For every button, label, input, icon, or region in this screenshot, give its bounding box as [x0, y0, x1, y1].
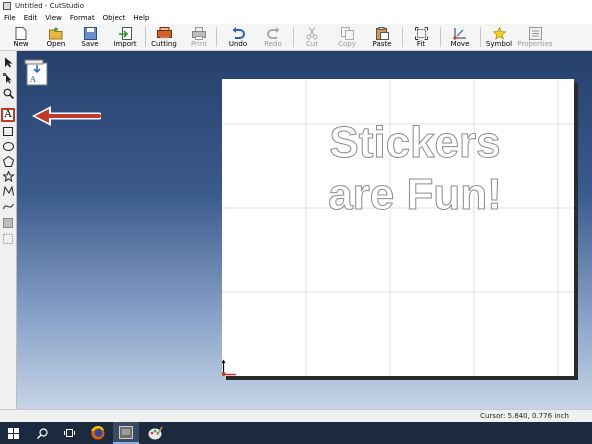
menu-view[interactable]: View [45, 14, 62, 22]
undo-button[interactable]: Undo [226, 25, 250, 49]
toolbar-separator [145, 27, 146, 47]
fit-button[interactable]: Fit [410, 25, 432, 49]
window-title: Untitled - CutStudio [15, 2, 85, 10]
cursor-position: Cursor: 5.840, 0.776 inch [480, 412, 569, 420]
app-icon [3, 2, 11, 10]
search-button[interactable] [29, 422, 55, 444]
dotted-box-tool[interactable] [2, 233, 14, 245]
firefox-taskbar-button[interactable] [85, 422, 111, 444]
scissors-icon [306, 27, 318, 40]
move-button[interactable]: Move [448, 25, 472, 49]
paste-button[interactable]: Paste [370, 25, 394, 49]
print-button[interactable]: Print [188, 25, 210, 49]
cutstudio-app-icon [119, 425, 133, 439]
toolbar-separator [293, 27, 294, 47]
text-line-1: Stickers [329, 118, 501, 168]
title-bar: Untitled - CutStudio [0, 0, 592, 12]
new-file-icon [15, 27, 27, 40]
redo-button[interactable]: Redo [261, 25, 285, 49]
windows-logo-icon [7, 427, 19, 439]
star-tool[interactable] [2, 170, 14, 182]
symbol-button[interactable]: Symbol [486, 25, 512, 49]
select-tool[interactable] [2, 56, 14, 68]
toolbar-separator [216, 27, 217, 47]
pentagon-icon [2, 155, 14, 167]
magnifier-icon [3, 88, 14, 99]
menu-help[interactable]: Help [133, 14, 149, 22]
origin-marker-icon[interactable] [222, 358, 240, 376]
polyline-tool[interactable] [2, 185, 14, 197]
cursor-arrow-icon [4, 57, 12, 67]
paste-icon [375, 27, 389, 40]
move-origin-icon [453, 28, 466, 40]
new-button[interactable]: New [10, 25, 32, 49]
fill-square-icon [3, 218, 13, 228]
undo-icon [232, 27, 245, 39]
properties-button[interactable]: Properties [517, 25, 553, 49]
zoom-tool[interactable] [2, 87, 14, 99]
cut-button[interactable]: Cut [300, 25, 324, 49]
text-tool[interactable]: A [1, 108, 15, 122]
curve-tool[interactable] [2, 200, 14, 212]
start-button[interactable] [0, 422, 26, 444]
svg-text:A: A [29, 75, 36, 84]
node-edit-icon [2, 72, 11, 83]
polyline-icon [2, 186, 14, 196]
menu-edit[interactable]: Edit [24, 14, 38, 22]
save-icon [83, 27, 97, 40]
open-button[interactable]: Open [44, 25, 68, 49]
cutstudio-taskbar-button[interactable] [113, 422, 139, 444]
ellipse-tool[interactable] [2, 140, 14, 152]
text-line-2: are Fun! [328, 170, 503, 220]
star-icon [492, 27, 506, 40]
curve-icon [2, 203, 14, 209]
import-icon [118, 27, 132, 40]
properties-icon [528, 27, 542, 40]
text-a-icon: A [4, 109, 12, 120]
search-icon [36, 427, 48, 439]
task-view-button[interactable] [56, 422, 82, 444]
task-view-icon [63, 429, 75, 437]
fill-tool[interactable] [2, 217, 14, 229]
toolbar-separator [480, 27, 481, 47]
folder-icon [49, 27, 63, 40]
fit-icon [414, 27, 428, 40]
menu-bar: File Edit View Format Object Help [0, 12, 592, 24]
copy-button[interactable]: Copy [335, 25, 359, 49]
paint-taskbar-button[interactable] [142, 422, 168, 444]
toolbar: New Open Save Import Cutting Print Undo … [0, 24, 592, 51]
palette-icon [148, 426, 163, 440]
redo-icon [266, 27, 279, 39]
sticker-text-object[interactable]: Stickers are Fun! [222, 117, 574, 221]
dotted-square-icon [3, 234, 13, 244]
firefox-icon [91, 426, 105, 440]
printer-icon [192, 27, 206, 40]
toolbar-separator [402, 27, 403, 47]
rectangle-tool[interactable] [2, 125, 14, 137]
star-outline-icon [2, 170, 14, 182]
taskbar [0, 422, 592, 444]
status-bar: Cursor: 5.840, 0.776 inch [0, 409, 592, 423]
workspace[interactable]: A Stickers are Fun! [17, 51, 592, 409]
cutting-button[interactable]: Cutting [150, 25, 178, 49]
annotation-arrow-icon [32, 106, 101, 126]
toolbar-separator [440, 27, 441, 47]
import-button[interactable]: Import [111, 25, 139, 49]
menu-file[interactable]: File [4, 14, 16, 22]
save-button[interactable]: Save [79, 25, 101, 49]
menu-format[interactable]: Format [70, 14, 95, 22]
ellipse-icon [2, 141, 14, 151]
copy-icon [340, 27, 354, 40]
menu-object[interactable]: Object [103, 14, 126, 22]
node-edit-tool[interactable] [2, 72, 14, 84]
document-thumbnail-icon[interactable]: A [23, 57, 49, 87]
cutting-machine-icon [156, 27, 172, 40]
toolbox: A [0, 51, 17, 409]
cutting-page[interactable]: Stickers are Fun! [222, 79, 574, 376]
polygon-tool[interactable] [2, 155, 14, 167]
rectangle-icon [3, 126, 13, 136]
